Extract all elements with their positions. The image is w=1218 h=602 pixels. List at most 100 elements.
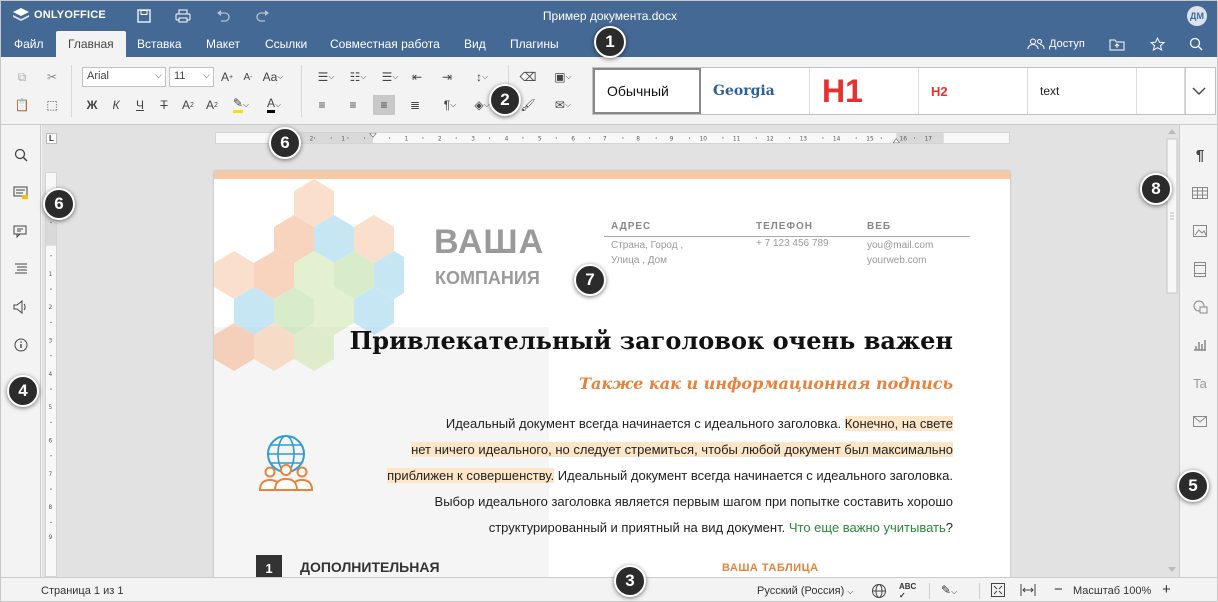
- cut-icon[interactable]: ✂: [41, 67, 63, 87]
- tab-plugins[interactable]: Плагины: [498, 31, 571, 57]
- subscript-icon[interactable]: A2: [201, 95, 223, 115]
- highlight-color-icon[interactable]: ✎ ⌵: [226, 95, 256, 115]
- favorite-star-icon[interactable]: [1150, 34, 1165, 54]
- mail-merge-icon[interactable]: [1190, 411, 1210, 431]
- svg-text:4: 4: [505, 137, 509, 143]
- style-text[interactable]: text: [1028, 68, 1137, 114]
- header-footer-icon[interactable]: [1190, 259, 1210, 279]
- comments-icon[interactable]: [11, 183, 31, 203]
- open-location-icon[interactable]: [1109, 34, 1125, 54]
- callout-badge: 1: [594, 26, 626, 58]
- style-empty[interactable]: [1137, 68, 1185, 114]
- increase-indent-icon[interactable]: ⇥: [436, 67, 458, 87]
- style-normal[interactable]: Обычный: [593, 68, 701, 114]
- chevron-down-icon: ⌵: [155, 70, 162, 80]
- style-text-label: text: [1040, 84, 1060, 98]
- track-changes-icon[interactable]: ✎⌵: [941, 583, 957, 597]
- style-h1[interactable]: H1: [810, 68, 919, 114]
- text-art-icon[interactable]: Ta: [1190, 373, 1210, 393]
- paragraph-settings-icon[interactable]: ¶: [1190, 145, 1210, 165]
- chevron-down-icon: ⌵: [203, 70, 210, 80]
- select-all-icon[interactable]: ⬚: [41, 95, 63, 115]
- about-icon[interactable]: [11, 335, 31, 355]
- tab-insert[interactable]: Вставка: [125, 31, 194, 57]
- font-name-combo[interactable]: Arial ⌵: [82, 67, 166, 87]
- align-right-icon[interactable]: ≡: [373, 95, 395, 115]
- tab-collaboration[interactable]: Совместная работа: [318, 31, 452, 57]
- globe-icon[interactable]: [871, 583, 887, 601]
- paragraph-highlight: приближен к совершенству.: [387, 468, 555, 483]
- horizontal-ruler[interactable]: 2 1 1 2 3 4 5 6 7 8 9 10 11 12 13 14 15 16 17: [215, 132, 1010, 144]
- search-icon[interactable]: [11, 145, 31, 165]
- decrease-font-icon[interactable]: A-: [237, 67, 259, 87]
- font-size-value: 11: [174, 70, 186, 82]
- line-spacing-icon[interactable]: ↕ ⌵: [467, 67, 497, 87]
- paragraph-text: Выбор идеального заголовка является перв…: [434, 494, 953, 509]
- align-center-icon[interactable]: ≡: [342, 95, 364, 115]
- document-canvas[interactable]: L 211234567891011121314151617 3123456789: [42, 125, 1179, 577]
- user-avatar[interactable]: ДМ: [1187, 6, 1207, 26]
- zoom-out-button[interactable]: −: [1054, 581, 1063, 598]
- change-case-button[interactable]: Aa ⌵: [259, 67, 287, 87]
- multilevel-list-icon[interactable]: ☰ ⌵: [375, 67, 405, 87]
- tab-stop-icon[interactable]: L: [46, 133, 57, 144]
- image-settings-icon[interactable]: [1190, 221, 1210, 241]
- page-counter[interactable]: Страница 1 из 1: [41, 585, 123, 597]
- superscript-icon[interactable]: A2: [177, 95, 199, 115]
- paragraph-line-4: Выбор идеального заголовка является перв…: [313, 489, 953, 515]
- color-scheme-icon[interactable]: ▣ ⌵: [547, 67, 579, 87]
- strikethrough-icon[interactable]: Т: [153, 95, 175, 115]
- paragraph-marks-icon[interactable]: ¶ ⌵: [435, 95, 465, 115]
- align-left-icon[interactable]: ≡: [311, 95, 333, 115]
- bullet-list-icon[interactable]: ☰ ⌵: [311, 67, 341, 87]
- clear-style-icon[interactable]: ⌫: [517, 67, 539, 87]
- paragraph-link[interactable]: Что еще важно учитывать: [789, 520, 946, 535]
- fit-width-icon[interactable]: [1020, 583, 1036, 600]
- paragraph-line-2: нет ничего идеального, но следует стреми…: [313, 437, 953, 463]
- italic-icon[interactable]: К: [105, 95, 127, 115]
- font-color-icon[interactable]: A ⌵: [259, 95, 289, 115]
- vertical-ruler[interactable]: 3123456789: [45, 172, 57, 577]
- zoom-level[interactable]: Масштаб 100%: [1073, 585, 1151, 597]
- svg-text:5: 5: [49, 405, 53, 411]
- zoom-in-button[interactable]: +: [1162, 581, 1171, 598]
- tab-file[interactable]: Файл: [2, 31, 56, 57]
- chat-icon[interactable]: [11, 221, 31, 241]
- style-georgia[interactable]: Georgia: [701, 68, 810, 114]
- tab-home[interactable]: Главная: [56, 31, 126, 57]
- style-h2[interactable]: H2: [919, 68, 1028, 114]
- underline-icon[interactable]: Ч: [129, 95, 151, 115]
- navigation-icon[interactable]: [11, 259, 31, 279]
- font-size-combo[interactable]: 11 ⌵: [169, 67, 214, 87]
- style-gallery-expand[interactable]: [1185, 68, 1215, 114]
- contact-address: Страна, Город , Улица , Дом: [611, 238, 683, 268]
- contact-head-phone: ТЕЛЕФОН: [756, 221, 813, 232]
- feedback-icon[interactable]: [11, 297, 31, 317]
- tab-view[interactable]: Вид: [452, 31, 498, 57]
- bold-icon[interactable]: Ж: [81, 95, 103, 115]
- increase-font-icon[interactable]: A +: [216, 67, 238, 87]
- shape-settings-icon[interactable]: [1190, 297, 1210, 317]
- tab-layout[interactable]: Макет: [194, 31, 252, 57]
- mail-merge-icon[interactable]: ✉ ⌵: [547, 95, 579, 115]
- svg-text:2: 2: [310, 137, 314, 143]
- language-selector[interactable]: Русский (Россия) ⌵: [757, 585, 853, 597]
- web-email: you@mail.com: [867, 240, 934, 251]
- svg-text:11: 11: [733, 137, 741, 143]
- paste-icon[interactable]: 📋: [11, 95, 33, 115]
- spellcheck-icon[interactable]: ABC ✓: [899, 582, 916, 600]
- share-button[interactable]: Доступ: [1027, 34, 1085, 54]
- chart-settings-icon[interactable]: [1190, 335, 1210, 355]
- tab-references[interactable]: Ссылки: [253, 31, 319, 57]
- justify-icon[interactable]: ≣: [404, 95, 426, 115]
- copy-icon[interactable]: ⧉: [11, 67, 33, 87]
- fit-page-icon[interactable]: [991, 583, 1005, 600]
- document-page[interactable]: ВАША КОМПАНИЯ АДРЕС ТЕЛЕФОН ВЕБ Страна, …: [214, 171, 1010, 577]
- paragraph-line-5: структурированный и приятный на вид доку…: [313, 515, 953, 541]
- decrease-indent-icon[interactable]: ⇤: [406, 67, 428, 87]
- search-icon[interactable]: [1189, 34, 1203, 54]
- table-settings-icon[interactable]: [1190, 183, 1210, 203]
- chevron-down-icon: [1192, 87, 1206, 95]
- callout-badge: 4: [7, 375, 39, 407]
- numbered-list-icon[interactable]: ☷ ⌵: [343, 67, 373, 87]
